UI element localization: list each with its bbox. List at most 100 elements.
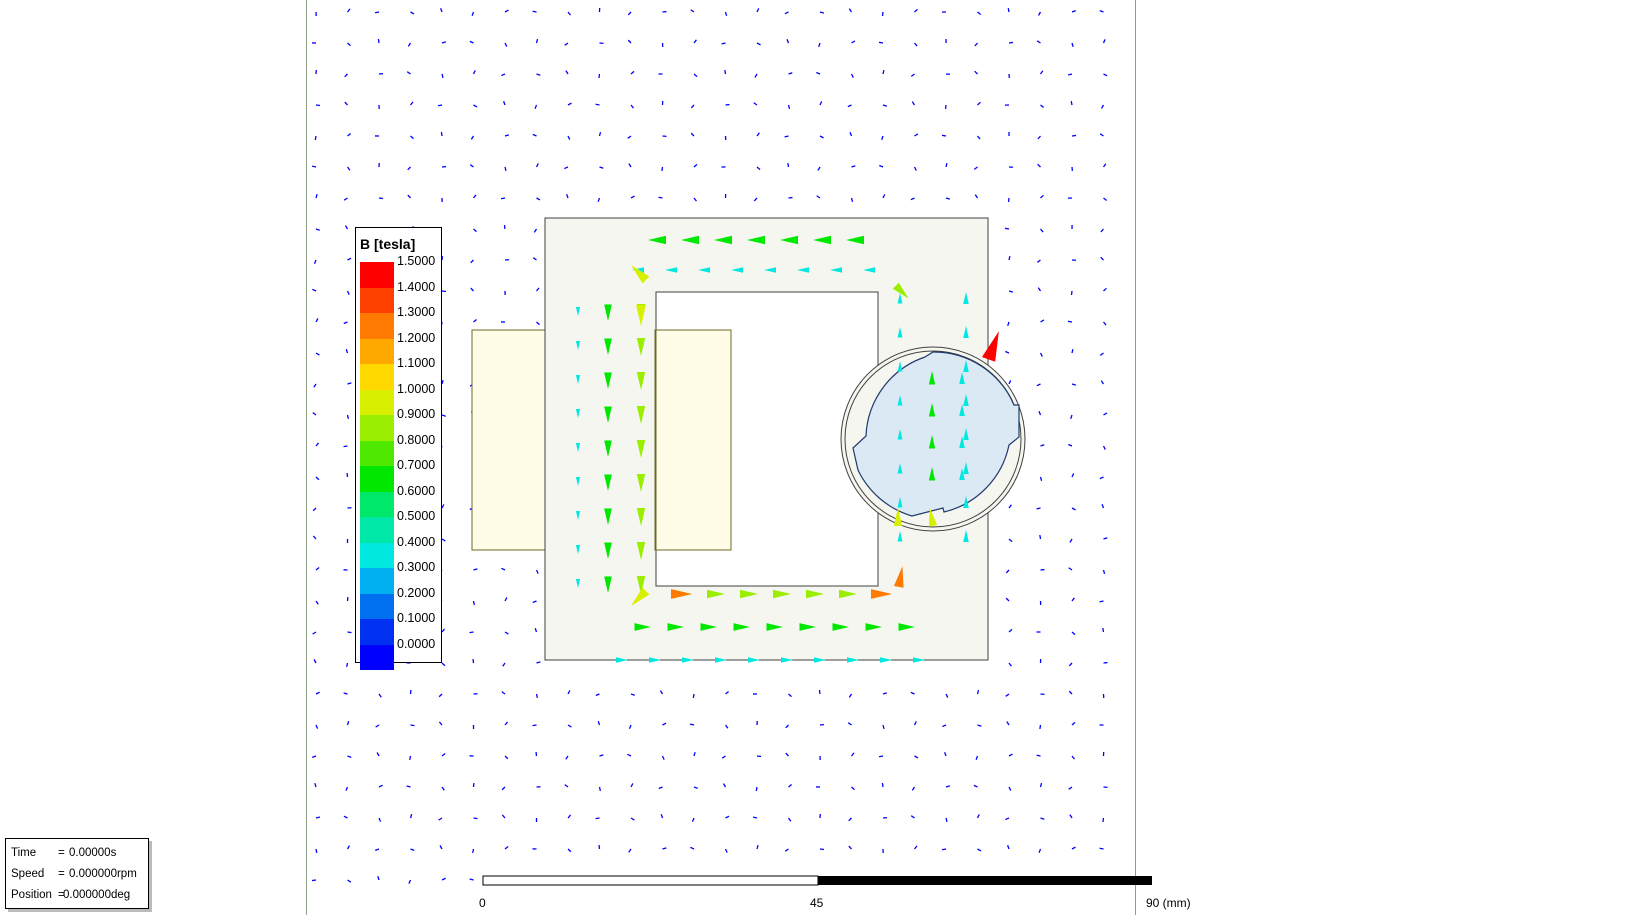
legend-value-label: 1.4000 (397, 279, 436, 294)
field-arrow-low (504, 721, 509, 726)
field-arrow-low (344, 225, 349, 230)
field-arrow-low (567, 724, 572, 728)
field-arrow-low (976, 814, 980, 819)
field-arrow-low (1071, 507, 1076, 511)
field-arrow-low (532, 133, 537, 137)
field-arrow-low (1039, 782, 1043, 788)
field-arrow-low (1008, 538, 1013, 543)
field-arrow-low (786, 39, 790, 44)
field-arrow-low (374, 11, 380, 14)
field-arrow-low (850, 197, 854, 203)
field-arrow-low (1100, 380, 1105, 385)
field-arrow-low (1071, 721, 1076, 726)
field-arrow-low (346, 8, 351, 13)
field-arrow-low (1071, 383, 1077, 386)
field-arrow-low (849, 132, 853, 137)
field-arrow-low (690, 846, 695, 850)
field-arrow-low (441, 379, 444, 385)
field-arrow-low (848, 8, 853, 13)
legend-swatch (360, 364, 394, 390)
field-arrow-low (1036, 383, 1041, 387)
field-arrow-low (1099, 476, 1104, 480)
field-arrow-low (661, 166, 664, 172)
field-arrow-low (410, 11, 415, 15)
field-arrow-low (535, 693, 539, 699)
field-arrow-low (441, 73, 444, 79)
field-arrow-low (504, 846, 509, 850)
field-arrow-low (315, 442, 320, 447)
field-arrow-low (753, 197, 758, 202)
field-arrow-low (1103, 537, 1108, 540)
field-arrow-low (567, 135, 571, 140)
field-arrow-low (818, 42, 821, 47)
field-arrow-low (599, 754, 604, 757)
field-arrow-low (1005, 693, 1010, 697)
legend-value-label: 0.7000 (397, 458, 436, 472)
field-arrow-low (1103, 73, 1108, 77)
field-arrow-low (945, 197, 951, 200)
field-arrow-low (974, 42, 978, 47)
field-arrow-low (724, 69, 727, 75)
field-arrow-low (469, 164, 474, 168)
field-arrow-low (1005, 817, 1010, 821)
field-arrow-low (627, 39, 632, 44)
field-arrow-low (1071, 473, 1075, 478)
field-arrow-low (817, 166, 821, 171)
field-arrow-low (977, 101, 981, 106)
field-arrow-low (567, 102, 572, 106)
scale-bar (482, 875, 1152, 886)
legend-value-label: 0.0000 (397, 636, 436, 651)
speed-equals: = (58, 868, 65, 880)
field-arrow-low (1008, 41, 1014, 44)
legend-value-label: 1.0000 (397, 381, 436, 396)
field-arrow-low (441, 662, 446, 667)
field-arrow-low (973, 784, 978, 788)
field-arrow-low (315, 724, 319, 729)
field-arrow-low (1038, 848, 1042, 853)
field-arrow-low (347, 132, 351, 137)
field-arrow-low (974, 70, 978, 75)
field-arrow-low (913, 721, 917, 726)
speed-value: 0.000000rpm (69, 868, 137, 880)
field-arrow-low (818, 689, 821, 695)
field-arrow-low (627, 753, 632, 757)
field-arrow-low (343, 445, 348, 448)
field-arrow-low (598, 131, 602, 137)
coil-window-segment (655, 329, 732, 551)
field-arrow-low (1008, 786, 1012, 791)
field-arrow-low (504, 631, 509, 635)
field-arrow-low (1036, 754, 1041, 757)
field-arrow-low (882, 692, 888, 695)
field-arrow-low (882, 724, 885, 730)
field-arrow-low (788, 783, 792, 788)
field-arrow-low (975, 755, 979, 760)
field-arrow-low (945, 817, 948, 823)
field-arrow-low (850, 73, 854, 78)
field-arrow-low (469, 631, 474, 634)
field-arrow-low (598, 786, 602, 792)
field-arrow-low (1008, 628, 1013, 633)
field-arrow-low (693, 39, 697, 44)
field-arrow-low (630, 70, 635, 75)
field-arrow-low (346, 662, 349, 668)
field-arrow-low (410, 724, 415, 727)
field-arrow-low (599, 166, 604, 169)
field-arrow-low (501, 567, 506, 571)
field-arrow-low (693, 163, 698, 168)
field-arrow-low (438, 721, 443, 726)
field-plot-viewport[interactable] (0, 0, 1643, 915)
field-arrow-low (376, 752, 380, 757)
field-arrow-low (628, 724, 632, 729)
field-arrow-low (406, 785, 411, 788)
field-arrow-low (409, 101, 414, 106)
field-arrow-low (313, 659, 317, 664)
field-arrow-low (533, 228, 538, 233)
field-arrow-low (627, 11, 632, 16)
field-arrow-low (347, 755, 352, 759)
time-value: 0.00000s (69, 847, 117, 859)
field-arrow-low (1004, 227, 1010, 230)
field-arrow-low (784, 135, 789, 138)
field-arrow-low (630, 104, 634, 109)
field-arrow-low (630, 783, 634, 788)
field-arrow-low (344, 73, 348, 78)
